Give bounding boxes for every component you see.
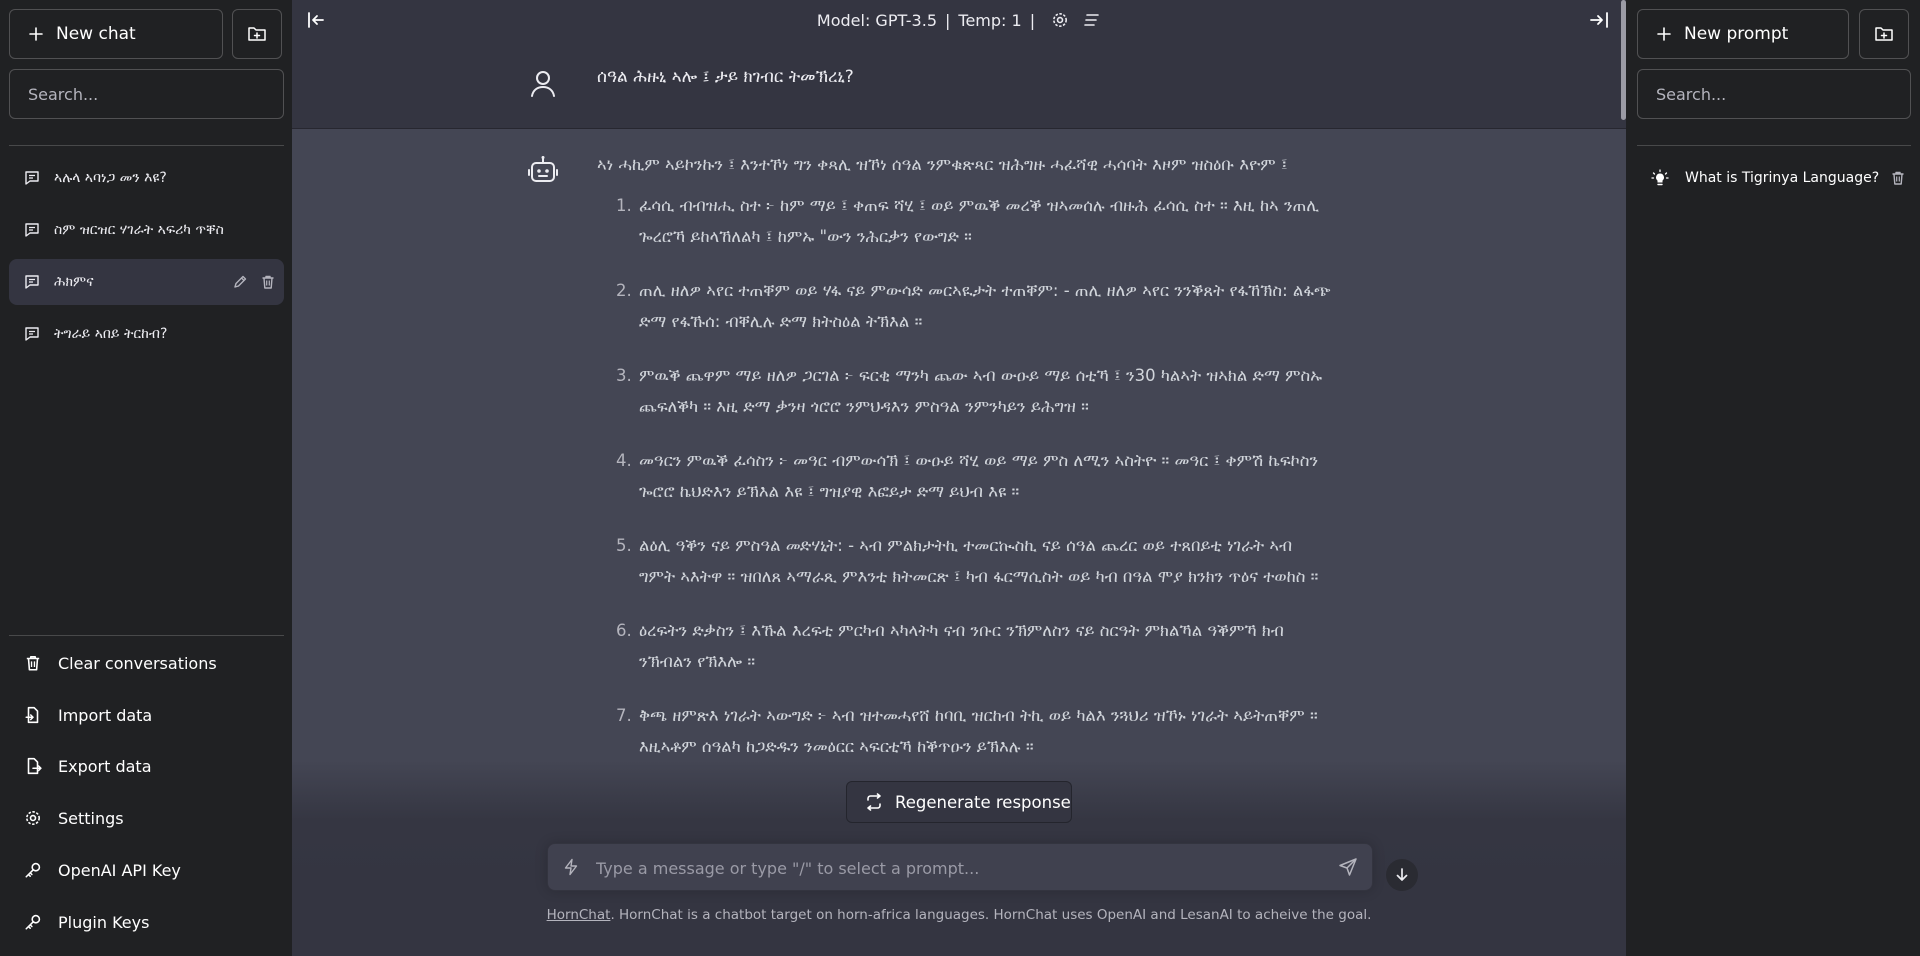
bolt-icon[interactable] (562, 858, 580, 876)
conversation-label: ሕክምና (54, 274, 94, 290)
regenerate-response-button[interactable]: Regenerate response (846, 781, 1072, 823)
clear-conversations-label: Clear conversations (58, 653, 217, 673)
conversation-item[interactable]: ኣሉላ ኣባነጋ መን እዩ? (9, 155, 284, 201)
chat-topbar: Model: GPT-3.5 | Temp: 1 | (292, 0, 1626, 41)
folder-plus-icon (247, 25, 267, 43)
lightbulb-icon (1651, 169, 1669, 187)
chat-bubble-icon (24, 326, 40, 342)
regenerate-label: Regenerate response (895, 792, 1071, 812)
refresh-icon (865, 793, 883, 811)
prompt-label: What is Tigrinya Language? (1685, 170, 1880, 186)
right-sidebar: New prompt What is Tigrinya Language? (1626, 0, 1920, 956)
sidebar-divider (1637, 145, 1911, 146)
gear-icon[interactable] (1051, 11, 1069, 29)
file-export-icon (24, 757, 42, 775)
settings-label: Settings (58, 808, 124, 828)
file-import-icon (24, 706, 42, 724)
conversation-item[interactable]: ትግራይ ኣበይ ትርከብ? (9, 311, 284, 357)
key-icon (24, 861, 42, 879)
new-prompt-folder-button[interactable] (1859, 9, 1909, 59)
key-icon (24, 913, 42, 931)
conversation-label: ስም ዝርዝር ሃገራት ኣፍሪካ ጥቐስ (54, 222, 224, 238)
user-message: ሰዓል ሕዙኒ ኣሎ ፤ ታይ ክገብር ትመኽረኒ? (597, 67, 854, 87)
message-input[interactable] (594, 844, 1318, 892)
assistant-intro: ኣነ ሓኪም ኣይኮንኩን ፤ እንተኾነ ግን ቀጻሊ ዝኾነ ሰዓል ንምቁ… (597, 155, 1288, 174)
chat-bubble-icon (24, 274, 40, 290)
message-composer (547, 843, 1373, 892)
list-item: ዕረፍትን ድቃስን ፤ እኹል እረፍቲ ምርካብ ኣካላትካ ናብ ንቡር … (637, 615, 1332, 677)
plugin-keys-label: Plugin Keys (58, 912, 150, 932)
list-item: ፈሳሲ ብብዝሒ ስተ ፦ ከም ማይ ፤ ቀጠፍ ሻሂ ፤ ወይ ምዉቕ መረ… (637, 190, 1332, 252)
plus-icon (1656, 26, 1672, 42)
plugin-keys-button[interactable]: Plugin Keys (9, 900, 284, 944)
model-label: Model: GPT-3.5 (816, 10, 937, 30)
model-info: Model: GPT-3.5 | Temp: 1 | (292, 0, 1626, 40)
new-prompt-label: New prompt (1684, 24, 1789, 44)
separator: | (1029, 10, 1036, 30)
folder-plus-icon (1874, 25, 1894, 43)
user-avatar-icon (528, 68, 558, 98)
chat-main: Model: GPT-3.5 | Temp: 1 | ሰዓል ሕዙኒ ኣሎ ፤ … (292, 0, 1626, 956)
conversation-label: ትግራይ ኣበይ ትርከብ? (54, 326, 168, 342)
openai-api-key-label: OpenAI API Key (58, 860, 181, 880)
plus-icon (28, 26, 44, 42)
robot-avatar-icon (528, 155, 558, 185)
pencil-icon[interactable] (232, 274, 248, 290)
sidebar-divider (9, 145, 284, 146)
gear-icon (24, 809, 42, 827)
chat-bubble-icon (24, 170, 40, 186)
trash-icon[interactable] (1890, 170, 1906, 186)
chat-bubble-icon (24, 222, 40, 238)
list-item: ልዕሊ ዓቕን ናይ ምስዓል መድሃኒት: - ኣብ ምልክታትኪ ተመርኲስ… (637, 530, 1332, 592)
list-item: መዓርን ምዉቕ ፈሳስን ፦ መዓር ብምውሳኽ ፤ ውዑይ ሻሂ ወይ ማይ… (637, 445, 1332, 507)
user-message-row: ሰዓል ሕዙኒ ኣሎ ፤ ታይ ክገብር ትመኽረኒ? (292, 40, 1626, 129)
import-data-label: Import data (58, 705, 153, 725)
hornchat-link[interactable]: HornChat (547, 907, 611, 923)
list-item: ቅጫ ዘምጽእ ነገራት ኣውግድ ፦ ኣብ ዝተመሓየሸ ከባቢ ዝርከብ ት… (637, 700, 1332, 762)
collapse-right-sidebar-icon[interactable] (1588, 10, 1610, 30)
conversation-item-active[interactable]: ሕክምና (9, 259, 284, 305)
trash-icon[interactable] (260, 274, 276, 290)
new-chat-label: New chat (56, 24, 136, 44)
left-sidebar: New chat ኣሉላ ኣባነጋ መን እዩ? ስም ዝርዝር ሃገራት ኣፍ… (0, 0, 292, 956)
separator: | (945, 10, 951, 30)
send-icon[interactable] (1338, 857, 1358, 877)
conversation-label: ኣሉላ ኣባነጋ መን እዩ? (54, 170, 167, 186)
new-chat-button[interactable]: New chat (9, 9, 223, 59)
sidebar-bottom-divider (9, 635, 284, 636)
assistant-list: ፈሳሲ ብብዝሒ ስተ ፦ ከም ማይ ፤ ቀጠፍ ሻሂ ፤ ወይ ምዉቕ መረ… (597, 190, 1332, 762)
scroll-down-button[interactable] (1386, 859, 1418, 891)
trash-icon (24, 654, 42, 672)
list-item: ምዉቕ ጨዋም ማይ ዘለዎ ጋርገል ፦ ፍርቂ ማንካ ጨው ኣብ ውዑይ … (637, 360, 1332, 422)
footer-text: . HornChat is a chatbot target on horn-a… (610, 907, 1372, 923)
new-folder-button[interactable] (232, 9, 282, 59)
conversation-actions (232, 274, 276, 290)
arrow-down-icon (1394, 867, 1410, 883)
prompt-search-input[interactable] (1637, 69, 1911, 119)
assistant-message: ኣነ ሓኪም ኣይኮንኩን ፤ እንተኾነ ግን ቀጻሊ ዝኾነ ሰዓል ንምቁ… (597, 149, 1332, 785)
export-data-button[interactable]: Export data (9, 744, 284, 788)
prompt-item[interactable]: What is Tigrinya Language? (1635, 156, 1910, 200)
settings-button[interactable]: Settings (9, 796, 284, 840)
export-data-label: Export data (58, 756, 152, 776)
import-data-button[interactable]: Import data (9, 693, 284, 737)
clear-conversations-button[interactable]: Clear conversations (9, 641, 284, 685)
list-item: ጠሊ ዘለዎ ኣየር ተጠቐም ወይ ሃፋ ናይ ምውሳድ መርኣዪታት ተጠቐ… (637, 275, 1332, 337)
clear-chat-lines-icon[interactable] (1083, 11, 1101, 29)
new-prompt-button[interactable]: New prompt (1637, 9, 1849, 59)
conversation-item[interactable]: ስም ዝርዝር ሃገራት ኣፍሪካ ጥቐስ (9, 207, 284, 253)
openai-api-key-button[interactable]: OpenAI API Key (9, 848, 284, 892)
conversation-search-input[interactable] (9, 69, 284, 119)
footer-note: HornChat. HornChat is a chatbot target o… (292, 907, 1626, 923)
temperature-label: Temp: 1 (958, 10, 1022, 30)
